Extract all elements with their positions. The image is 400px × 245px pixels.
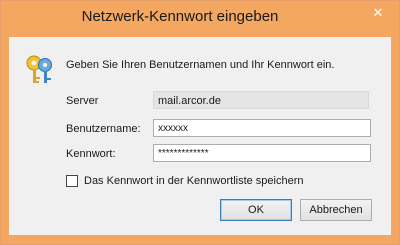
password-label: Kennwort:: [66, 148, 116, 160]
ok-button[interactable]: OK: [220, 199, 292, 221]
server-value: mail.arcor.de: [153, 91, 369, 109]
save-password-checkbox[interactable]: [66, 175, 78, 187]
username-label: Benutzername:: [66, 123, 141, 135]
server-label: Server: [66, 95, 99, 107]
username-field[interactable]: [153, 119, 371, 137]
close-button[interactable]: ✕: [361, 2, 395, 23]
instruction-text: Geben Sie Ihren Benutzernamen und Ihr Ke…: [66, 59, 335, 71]
save-password-label[interactable]: Das Kennwort in der Kennwortliste speich…: [84, 175, 304, 187]
title-bar[interactable]: Netzwerk-Kennwort eingeben ✕: [1, 1, 399, 37]
password-field[interactable]: [153, 144, 371, 162]
cancel-button[interactable]: Abbrechen: [300, 199, 372, 221]
keys-icon: [26, 55, 52, 83]
dialog-body: Geben Sie Ihren Benutzernamen und Ihr Ke…: [9, 37, 391, 235]
close-icon: ✕: [372, 4, 384, 20]
dialog-title: Netzwerk-Kennwort eingeben: [81, 8, 279, 25]
dialog-window: Netzwerk-Kennwort eingeben ✕ Geben Sie I…: [0, 0, 400, 245]
